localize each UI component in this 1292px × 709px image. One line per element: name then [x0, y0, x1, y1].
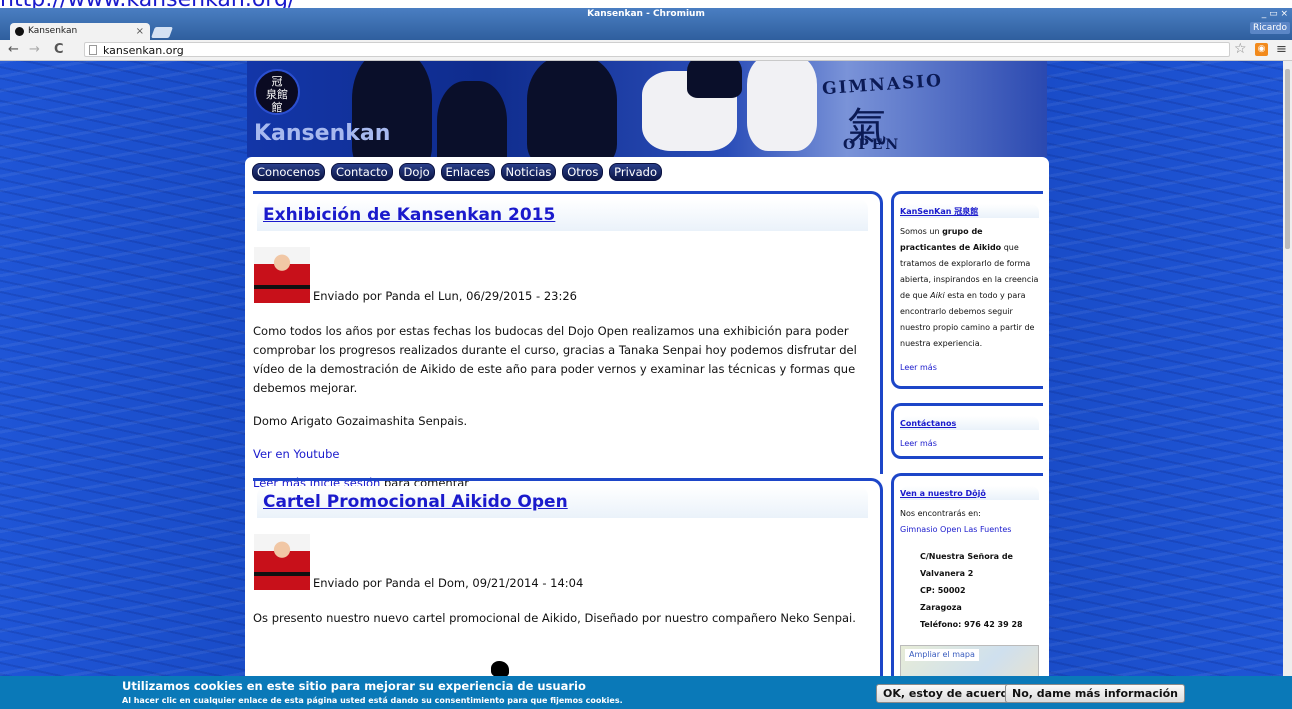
window-title: Kansenkan - Chromium: [587, 9, 705, 19]
reload-icon[interactable]: C: [54, 41, 64, 58]
page-scrollbar[interactable]: [1283, 61, 1292, 709]
post-title-link[interactable]: Exhibición de Kansenkan 2015: [263, 205, 555, 225]
new-tab-button[interactable]: [150, 27, 174, 38]
dojo-intro: Nos encontrarás en:: [900, 509, 981, 518]
banner-figure: [437, 81, 507, 157]
menu-icon[interactable]: ≡: [1276, 41, 1287, 58]
banner-figure-white: [747, 61, 817, 151]
tab-title: Kansenkan: [28, 26, 78, 36]
scrollbar-thumb[interactable]: [1285, 69, 1290, 249]
cookie-accept-button[interactable]: OK, estoy de acuerdo: [876, 684, 1023, 703]
post-body: Como todos los años por estas fechas los…: [253, 322, 880, 464]
post-title-bar: Cartel Promocional Aikido Open: [257, 486, 868, 518]
enlarge-map-link[interactable]: Ampliar el mapa: [905, 649, 979, 661]
post-title-bar: Exhibición de Kansenkan 2015: [257, 199, 868, 231]
post-byline: Enviado por Panda el Lun, 06/29/2015 - 2…: [253, 243, 880, 303]
sidebar-block-about: KanSenKan 冠泉館 Somos un grupo de practica…: [891, 191, 1043, 389]
favicon-icon: [15, 27, 24, 36]
nav-item-conocenos[interactable]: Conocenos: [252, 163, 326, 181]
sidebar: KanSenKan 冠泉館 Somos un grupo de practica…: [891, 191, 1043, 709]
bookmark-star-icon[interactable]: ☆: [1234, 41, 1247, 58]
sidebar-block-dojo: Ven a nuestro Dôjô Nos encontrarás en: G…: [891, 473, 1043, 709]
about-read-more-link[interactable]: Leer más: [900, 363, 937, 372]
youtube-link[interactable]: Ver en Youtube: [253, 447, 339, 461]
main-column: Exhibición de Kansenkan 2015 Enviado por…: [253, 191, 883, 698]
back-arrow-icon[interactable]: ←: [8, 41, 19, 58]
post-title-link[interactable]: Cartel Promocional Aikido Open: [263, 492, 568, 512]
address-line: Teléfono: 976 42 39 28: [920, 620, 1023, 629]
post-paragraph: Como todos los años por estas fechas los…: [253, 324, 857, 395]
about-text-italic: Aiki: [930, 291, 945, 300]
author-avatar: [254, 247, 310, 303]
news-post: Cartel Promocional Aikido Open Enviado p…: [253, 478, 883, 698]
banner-figure: [527, 61, 617, 157]
about-text: Somos un grupo de practicantes de Aikido…: [900, 224, 1039, 352]
address-url: kansenkan.org: [103, 44, 184, 57]
poster-image-fragment: [491, 661, 509, 677]
rss-icon[interactable]: ◉: [1255, 43, 1268, 56]
contact-read-more-link[interactable]: Leer más: [900, 439, 937, 448]
gym-link[interactable]: Gimnasio Open Las Fuentes: [900, 525, 1011, 534]
cookie-more-info-button[interactable]: No, dame más información: [1005, 684, 1186, 703]
forward-arrow-icon[interactable]: →: [29, 41, 40, 58]
close-tab-icon[interactable]: ×: [136, 23, 144, 40]
dojo-address: C/Nuestra Señora de Valvanera 2 CP: 5000…: [900, 548, 1039, 633]
post-submitted: Enviado por Panda el Dom, 09/21/2014 - 1…: [313, 576, 584, 590]
site-logo[interactable]: 冠 泉館 館: [254, 69, 300, 115]
block-title-bar: Ven a nuestro Dôjô: [900, 486, 1039, 500]
cookie-title: Utilizamos cookies en este sitio para me…: [122, 679, 586, 693]
banner-open-text: OPEN: [843, 137, 902, 153]
post-paragraph: Os presento nuestro nuevo cartel promoci…: [253, 611, 856, 625]
post-byline: Enviado por Panda el Dom, 09/21/2014 - 1…: [253, 530, 880, 590]
block-title-bar: Contáctanos: [900, 416, 1039, 430]
nav-item-dojo[interactable]: Dojo: [398, 163, 435, 181]
address-line: C/Nuestra Señora de: [920, 552, 1013, 561]
news-post: Exhibición de Kansenkan 2015 Enviado por…: [253, 191, 883, 490]
nav-item-enlaces[interactable]: Enlaces: [440, 163, 495, 181]
post-body: Os presento nuestro nuevo cartel promoci…: [253, 609, 880, 628]
content-panel: Conocenos Contacto Dojo Enlaces Noticias…: [245, 157, 1049, 709]
address-line: Zaragoza: [920, 603, 962, 612]
address-line: CP: 50002: [920, 586, 966, 595]
window-controls[interactable]: _ ▭ ×: [1262, 8, 1288, 20]
nav-item-contacto[interactable]: Contacto: [330, 163, 393, 181]
contact-block-title[interactable]: Contáctanos: [900, 419, 956, 428]
block-title-bar: KanSenKan 冠泉館: [900, 204, 1039, 218]
browser-tab[interactable]: Kansenkan ×: [10, 23, 150, 40]
cookie-banner: Utilizamos cookies en este sitio para me…: [0, 676, 1292, 709]
browser-titlebar: Kansenkan - Chromium _ ▭ × Ricardo Kanse…: [0, 8, 1292, 40]
post-paragraph: Domo Arigato Gozaimashita Senpais.: [253, 414, 468, 428]
about-block-title[interactable]: KanSenKan 冠泉館: [900, 207, 978, 216]
page-viewport: 冠 泉館 館 Kansenkan GIMNASIO 氣 OPEN Conocen…: [0, 61, 1283, 709]
address-line: Valvanera 2: [920, 569, 974, 578]
banner-figure: [687, 61, 742, 98]
profile-badge[interactable]: Ricardo: [1250, 22, 1290, 34]
cookie-subtitle: Al hacer clic en cualquier enlace de est…: [122, 696, 623, 705]
address-bar[interactable]: kansenkan.org: [84, 42, 1230, 57]
main-nav: Conocenos Contacto Dojo Enlaces Noticias…: [252, 163, 664, 181]
site-name[interactable]: Kansenkan: [254, 121, 390, 146]
about-text-part: Somos un: [900, 227, 943, 236]
post-submitted: Enviado por Panda el Lun, 06/29/2015 - 2…: [313, 289, 577, 303]
nav-item-otros[interactable]: Otros: [562, 163, 604, 181]
page-icon: [89, 45, 97, 55]
nav-item-noticias[interactable]: Noticias: [500, 163, 557, 181]
site-header-banner: 冠 泉館 館 Kansenkan GIMNASIO 氣 OPEN: [247, 61, 1047, 157]
author-avatar: [254, 534, 310, 590]
dojo-block-title[interactable]: Ven a nuestro Dôjô: [900, 489, 986, 498]
nav-item-privado[interactable]: Privado: [609, 163, 663, 181]
browser-toolbar: ← → C kansenkan.org ☆ ◉ ≡: [0, 40, 1292, 61]
sidebar-block-contact: Contáctanos Leer más: [891, 403, 1043, 459]
logo-text: 冠 泉館 館: [266, 75, 288, 114]
